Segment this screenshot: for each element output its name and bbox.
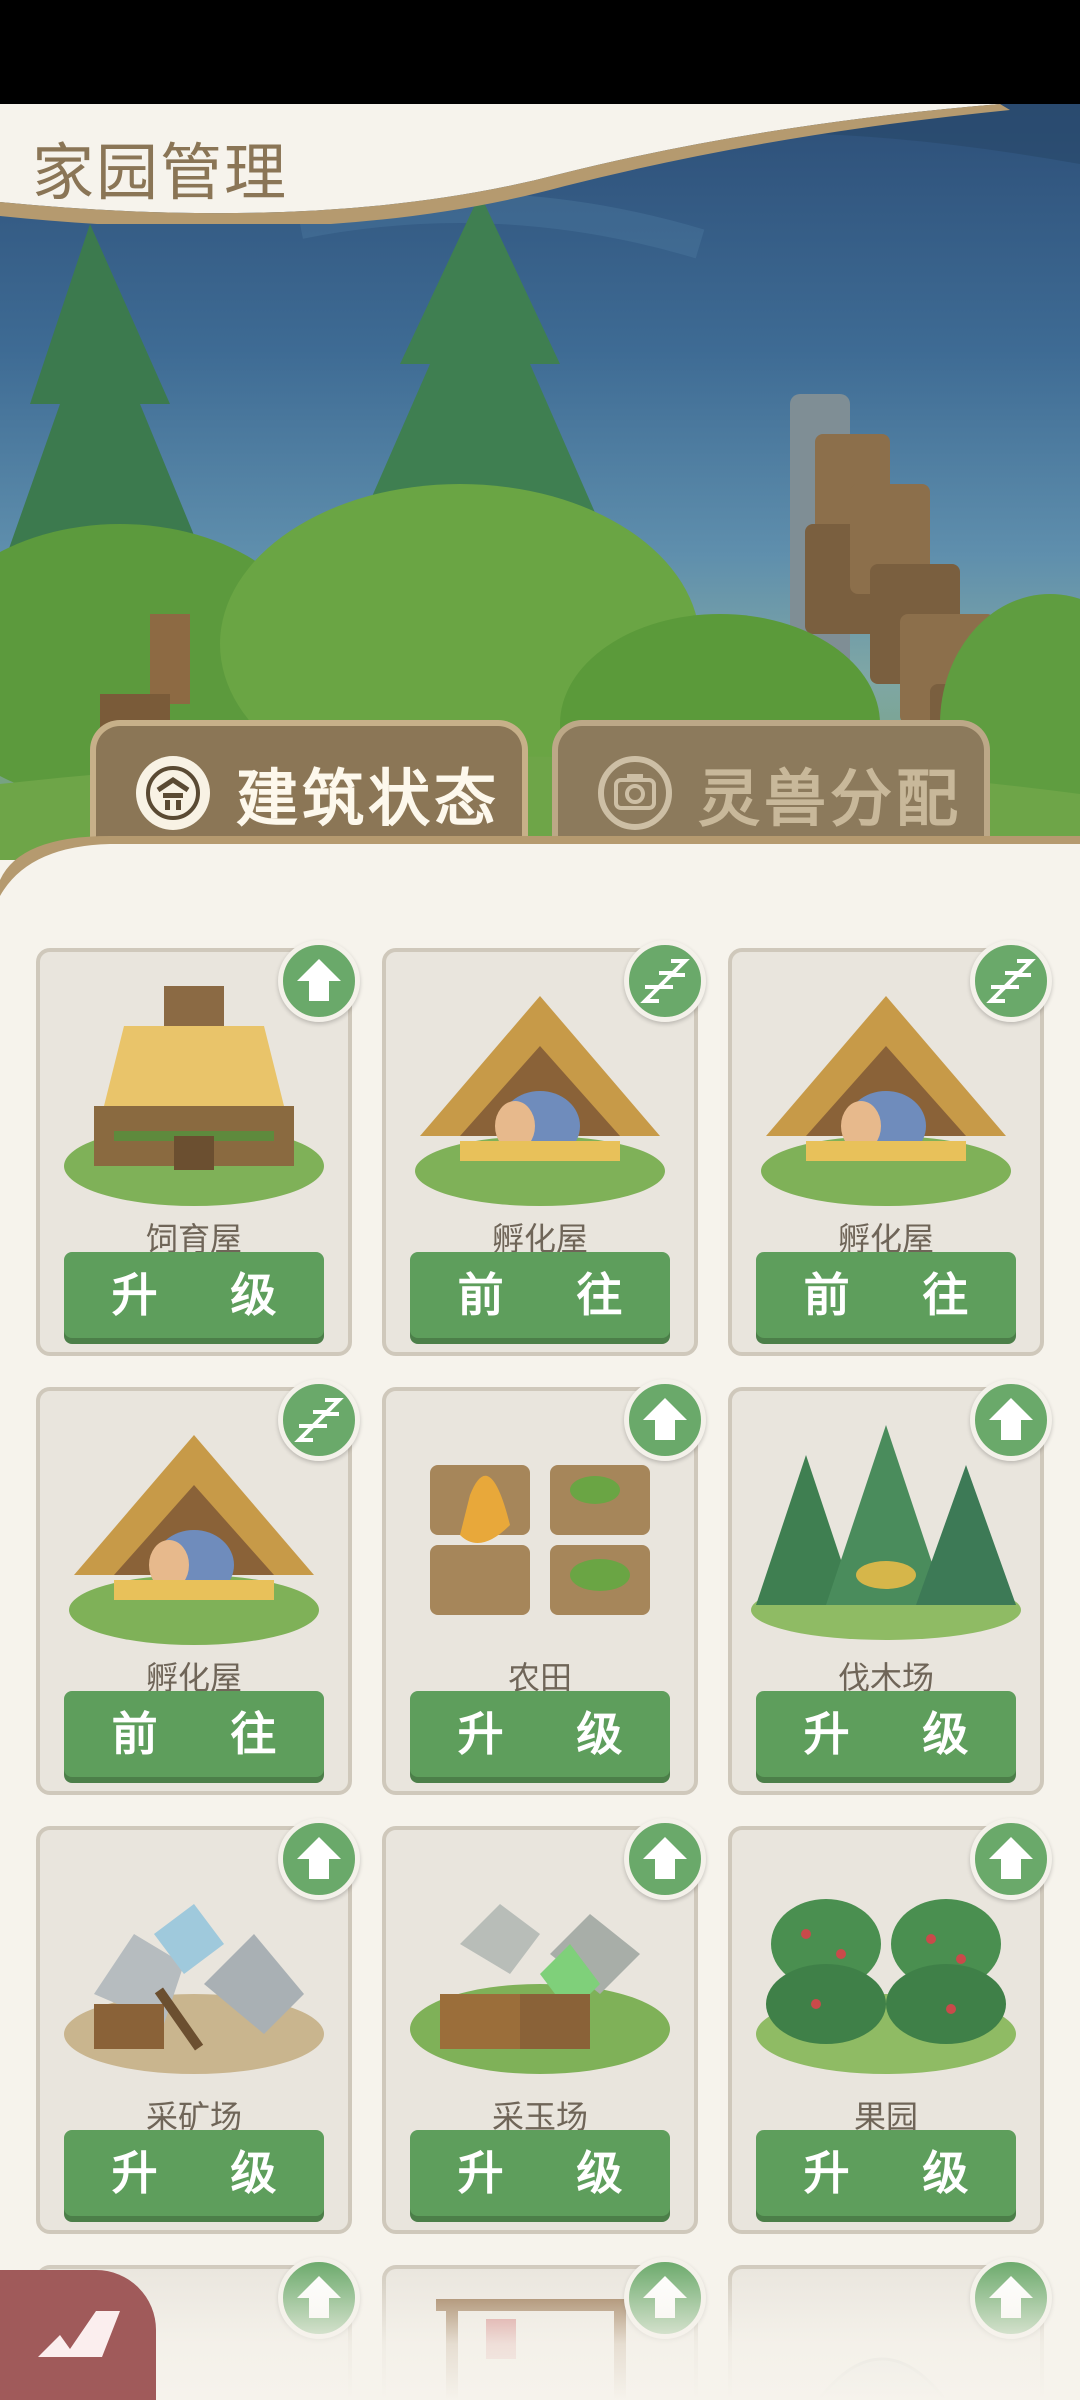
building-card-hatchery-1: 孵化屋 前 往 [382,940,706,1356]
building-card-jade-quarry: 采玉场 升 级 [382,1818,706,2234]
corner-menu-button[interactable] [0,2270,156,2400]
building-card-hatchery-3: 孵化屋 前 往 [36,1379,360,1795]
tab-building-label: 建筑状态 [236,762,501,835]
upgrade-arrow-icon[interactable] [278,940,360,1022]
upgrade-button[interactable]: 升 级 [64,1252,324,1338]
upgrade-button[interactable]: 升 级 [756,1691,1016,1777]
goto-button[interactable]: 前 往 [64,1691,324,1777]
upgrade-button[interactable]: 升 级 [64,2130,324,2216]
building-card-farm: 农田 升 级 [382,1379,706,1795]
building-card-lumber-yard: 伐木场 升 级 [728,1379,1052,1795]
sleeping-zzz-icon[interactable] [278,1379,360,1461]
building-card-orchard: 果园 升 级 [728,1818,1052,2234]
page-title: 家园管理 [32,136,289,209]
goto-button[interactable]: 前 往 [410,1252,670,1338]
upgrade-arrow-icon[interactable] [624,1818,706,1900]
bottom-fade [0,2260,1080,2400]
upgrade-arrow-icon[interactable] [970,1379,1052,1461]
upgrade-button[interactable]: 升 级 [756,2130,1016,2216]
status-bar [0,0,1080,104]
goto-button[interactable]: 前 往 [756,1252,1016,1338]
camera-icon [598,756,672,830]
upgrade-arrow-icon[interactable] [970,1818,1052,1900]
upgrade-arrow-icon[interactable] [624,1379,706,1461]
upgrade-arrow-icon[interactable] [278,1818,360,1900]
house-icon [136,756,210,830]
sleeping-zzz-icon[interactable] [624,940,706,1022]
tab-beast-label: 灵兽分配 [698,762,963,835]
upgrade-button[interactable]: 升 级 [410,1691,670,1777]
building-card-hatchery-2: 孵化屋 前 往 [728,940,1052,1356]
sleeping-zzz-icon[interactable] [970,940,1052,1022]
swoosh-icon [38,2311,120,2357]
upgrade-button[interactable]: 升 级 [410,2130,670,2216]
building-card-mine: 采矿场 升 级 [36,1818,360,2234]
content-edge [0,836,1080,896]
building-card-feeding-house: 饲育屋 升 级 [36,940,360,1356]
